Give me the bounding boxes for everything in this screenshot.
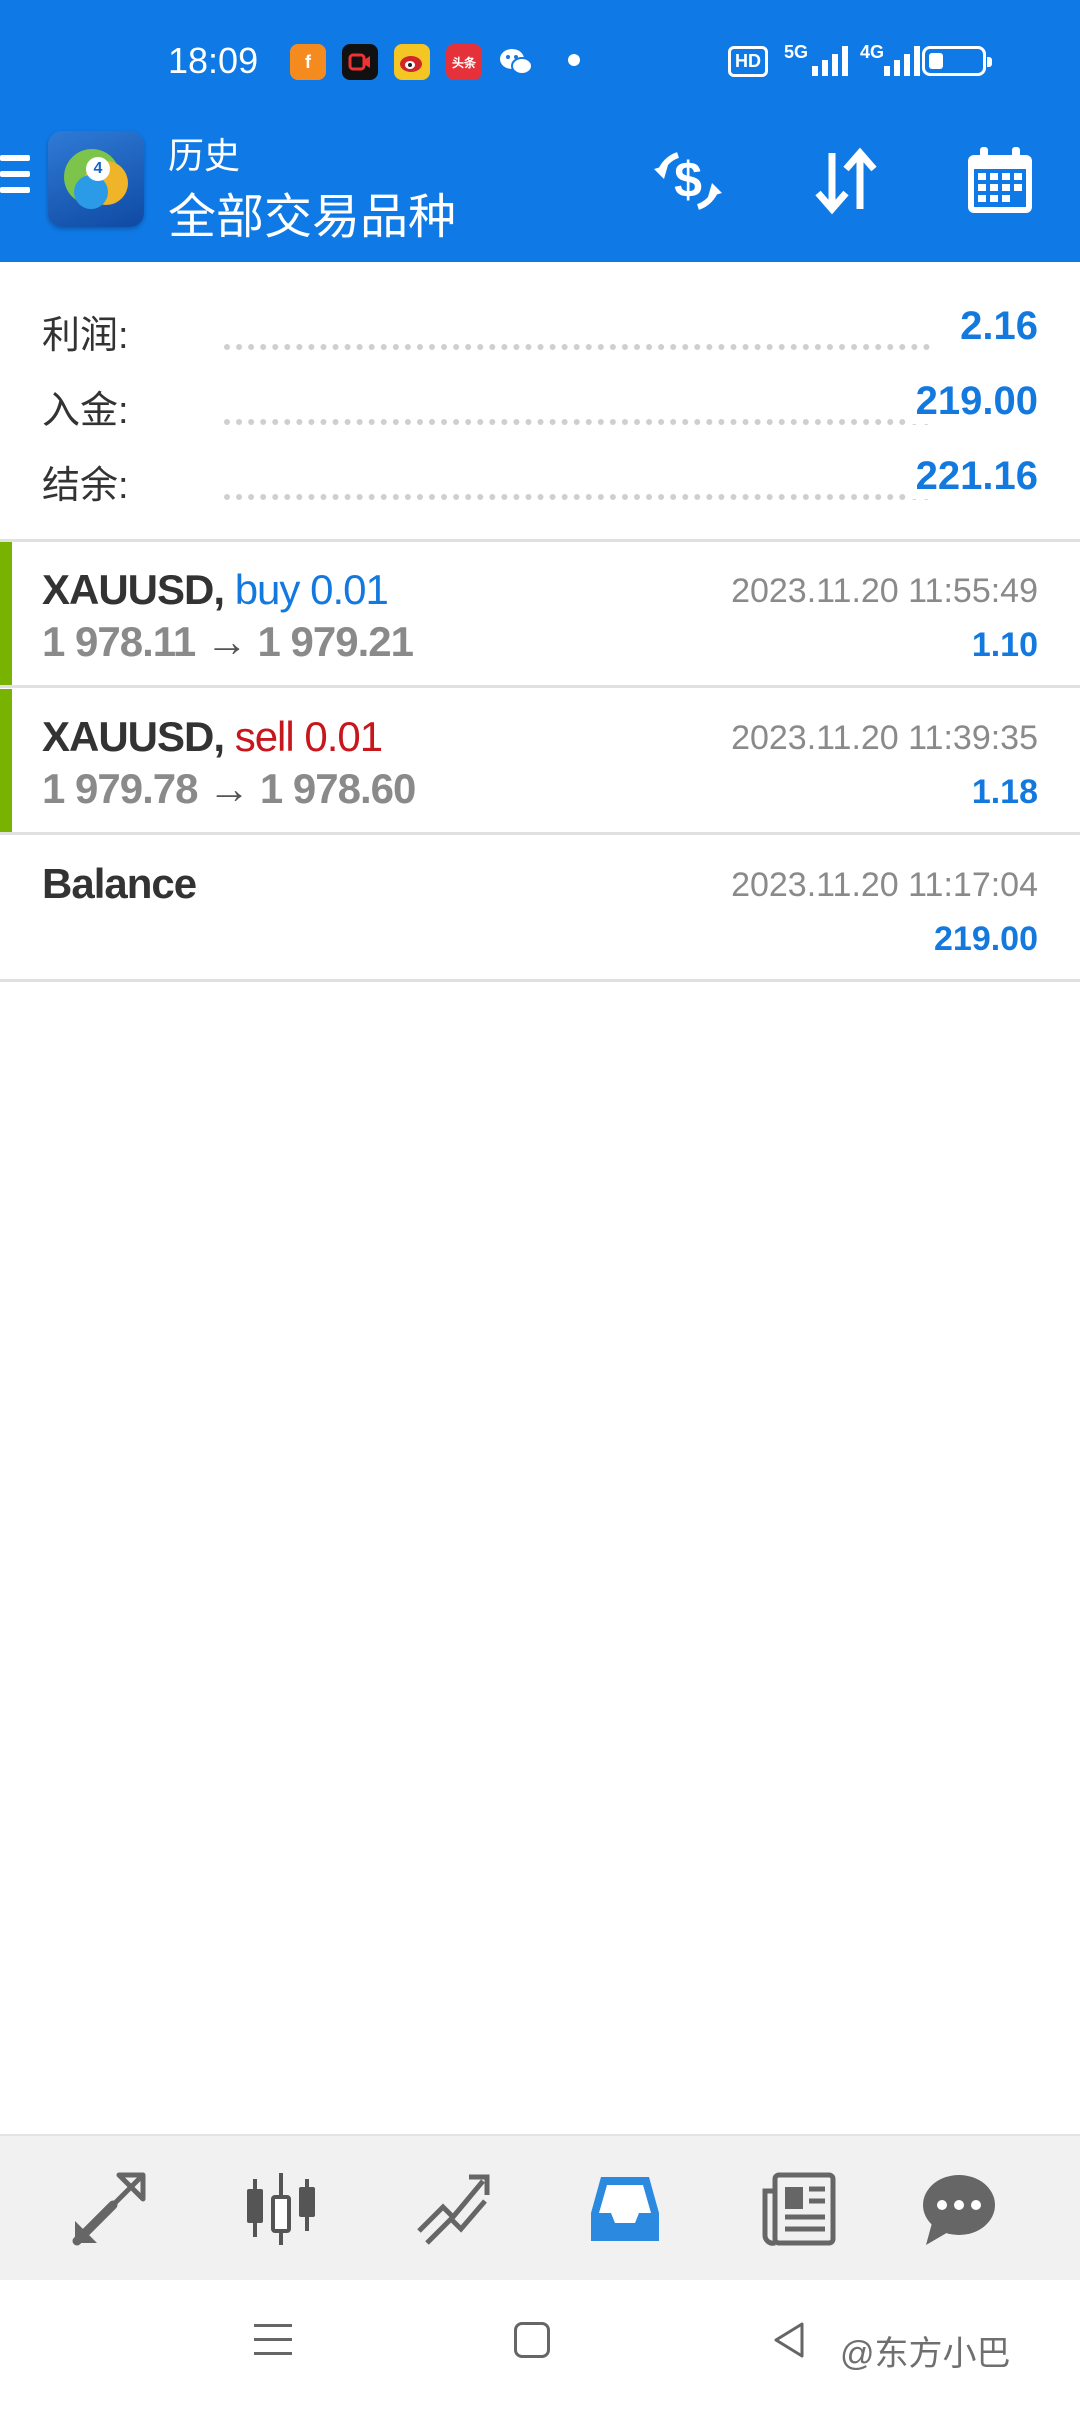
quotes-icon[interactable] xyxy=(66,2166,152,2252)
trade-icon[interactable] xyxy=(410,2166,496,2252)
metatrader-logo: 4 xyxy=(48,131,144,227)
weibo-icon xyxy=(394,44,430,80)
summary-label: 结余: xyxy=(42,465,129,507)
signal-4g-icon xyxy=(884,46,920,76)
chart-icon[interactable] xyxy=(238,2166,324,2252)
deal-symbol: XAUUSD, sell 0.01 xyxy=(42,713,383,760)
deal-action: sell 0.01 xyxy=(234,713,383,760)
deal-symbol: Balance xyxy=(42,860,197,907)
deal-action: buy 0.01 xyxy=(234,566,389,613)
deal-prices: 1 979.78 → 1 978.60 xyxy=(42,765,416,812)
deal-time: 2023.11.20 11:39:35 xyxy=(731,719,1038,757)
deal-time: 2023.11.20 11:17:04 xyxy=(731,866,1038,904)
deal-row[interactable]: XAUUSD, buy 0.01 1 978.11 → 1 979.21 202… xyxy=(0,542,1080,688)
dotted-leader xyxy=(224,419,930,425)
balance-row[interactable]: Balance 2023.11.20 11:17:04 219.00 xyxy=(0,836,1080,982)
recent-apps-icon[interactable] xyxy=(254,2324,292,2360)
back-icon[interactable] xyxy=(770,2320,810,2360)
deal-row[interactable]: XAUUSD, sell 0.01 1 979.78 → 1 978.60 20… xyxy=(0,689,1080,835)
deal-prices: 1 978.11 → 1 979.21 xyxy=(42,618,414,665)
dotted-leader xyxy=(224,494,930,500)
calendar-icon[interactable] xyxy=(960,141,1040,221)
signal-5g-icon xyxy=(812,46,848,76)
dotted-leader xyxy=(224,344,930,350)
summary-value: 219.00 xyxy=(905,379,1038,424)
video-recorder-icon xyxy=(342,44,378,80)
summary-row-balance: 结余: 221.16 xyxy=(0,454,1080,514)
summary-label: 入金: xyxy=(42,390,129,432)
page-title[interactable]: 全部交易品种 xyxy=(168,177,456,247)
network-5g-label: 5G xyxy=(784,42,809,62)
deal-marker xyxy=(0,689,12,832)
hd-voice-icon: HD xyxy=(728,46,768,77)
more-notifications-dot xyxy=(568,54,580,66)
battery-icon xyxy=(922,46,992,76)
wechat-icon xyxy=(498,44,534,80)
deal-marker xyxy=(0,542,12,685)
deal-time: 2023.11.20 11:55:49 xyxy=(731,572,1038,610)
news-icon[interactable] xyxy=(756,2166,842,2252)
bottom-navigation xyxy=(0,2134,1080,2280)
deal-profit: 1.18 xyxy=(971,773,1038,811)
menu-icon[interactable] xyxy=(0,155,32,211)
sort-icon[interactable] xyxy=(806,141,886,221)
messages-icon[interactable] xyxy=(916,2166,1002,2252)
home-icon[interactable] xyxy=(514,2322,550,2358)
toutiao-icon: 头条 xyxy=(446,44,482,80)
page-subtitle: 历史 xyxy=(168,135,241,176)
network-4g-label: 4G xyxy=(860,42,885,62)
summary-value: 221.16 xyxy=(905,454,1038,499)
summary-value: 2.16 xyxy=(950,304,1038,349)
status-bar: 18:09 f 头条 HD 5G 4G xyxy=(0,0,1080,125)
history-summary: 利润: 2.16 入金: 219.00 结余: 221.16 xyxy=(0,262,1080,542)
currency-exchange-icon[interactable]: $ xyxy=(648,141,728,221)
mt4-history-screen: 18:09 f 头条 HD 5G 4G 4 历史 全部交易品种 $ 利润: 2.… xyxy=(0,0,1080,2412)
deal-profit: 1.10 xyxy=(971,626,1038,664)
summary-row-deposit: 入金: 219.00 xyxy=(0,379,1080,439)
fanfou-icon: f xyxy=(290,44,326,80)
svg-text:$: $ xyxy=(674,152,702,208)
summary-label: 利润: xyxy=(42,315,129,357)
app-header: 4 历史 全部交易品种 $ xyxy=(0,125,1080,262)
watermark-text: @东方小巴 xyxy=(840,2335,1011,2373)
deal-profit: 219.00 xyxy=(934,920,1038,958)
system-navigation-bar: @东方小巴 xyxy=(0,2280,1080,2412)
summary-row-profit: 利润: 2.16 xyxy=(0,304,1080,364)
history-icon[interactable] xyxy=(582,2166,668,2252)
deal-symbol: XAUUSD, buy 0.01 xyxy=(42,566,389,613)
status-time: 18:09 xyxy=(168,40,259,81)
